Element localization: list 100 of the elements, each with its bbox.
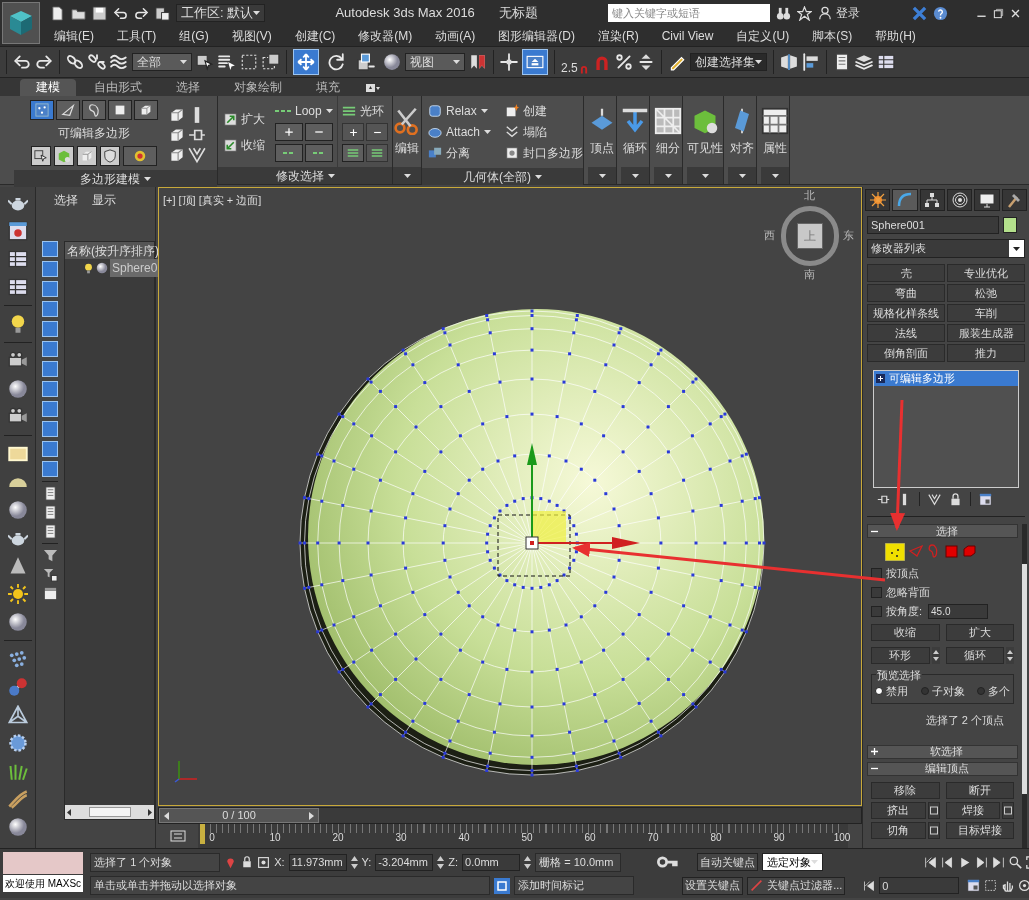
modifier-button[interactable]: 服装生成器	[947, 324, 1025, 342]
menu-item[interactable]: 自定义(U)	[736, 27, 790, 45]
radio-label: 子对象	[931, 684, 965, 699]
ribbon-group-title[interactable]: 修改选择	[218, 167, 392, 184]
checkbox-label: 按角度:	[886, 604, 923, 620]
coordinate-field[interactable]: 0.0mm	[462, 853, 521, 871]
menu-item[interactable]: 动画(A)	[435, 27, 476, 45]
key-mode-dropdown[interactable]: 选定对象	[762, 853, 824, 871]
rollout-button[interactable]: 焊接	[945, 801, 1000, 819]
frame-tick-label: 80	[710, 833, 722, 844]
rollout-header[interactable]: 选择	[867, 524, 1018, 538]
document-title: 无标题	[498, 4, 538, 23]
modifier-stack-item[interactable]: 可编辑多边形	[874, 371, 1018, 386]
menu-item[interactable]: 工具(T)	[117, 27, 157, 45]
loop-button[interactable]: Loop	[275, 102, 333, 120]
ribbon-tab[interactable]: 建模	[20, 79, 76, 96]
workspace-dropdown[interactable]: 工作区: 默认	[176, 4, 266, 22]
ribbon-tab[interactable]: 自由形式	[78, 79, 158, 96]
selection-status-text: 选择了 2 个顶点	[924, 712, 1005, 728]
prompt-text: 单击或单击并拖动以选择对象	[90, 876, 491, 895]
geometry-tool-button[interactable]: Attach	[428, 123, 492, 141]
modifier-button[interactable]: 专业优化	[947, 264, 1025, 282]
track-bar[interactable]: 0 10 20 30 40 50 60 70 80 90 100	[198, 824, 848, 848]
coordinate-label: Z:	[448, 854, 459, 870]
current-frame-field[interactable]: 0	[879, 877, 960, 894]
ribbon-tab[interactable]: 对象绘制	[218, 79, 298, 96]
maxscript-listener[interactable]: 欢迎使用 MAXSc	[3, 875, 84, 892]
time-slider-thumb[interactable]: 0 / 100	[159, 808, 319, 824]
ribbon-group-title[interactable]: 多边形建模	[14, 170, 217, 187]
modifier-button[interactable]: 规格化样条线	[867, 304, 945, 322]
modifier-button[interactable]: 壳	[867, 264, 945, 282]
auto-key-button[interactable]: 自动关键点	[697, 853, 759, 871]
viewport-label[interactable]: [顶]	[178, 192, 196, 209]
set-key-button[interactable]: 设置关键点	[682, 876, 744, 895]
modifier-button[interactable]: 推力	[947, 344, 1025, 362]
ring-button[interactable]: 光环	[342, 102, 388, 120]
ribbon-tab[interactable]: 填充	[300, 79, 356, 96]
menu-item[interactable]: Civil View	[661, 27, 714, 45]
frame-tick-label: 90	[773, 833, 785, 844]
modifier-button[interactable]: 弯曲	[867, 284, 945, 302]
coordinate-field[interactable]: 11.973mm	[288, 853, 347, 871]
menu-item[interactable]: 视图(V)	[231, 27, 272, 45]
snap-toggle[interactable]: 2.5	[561, 50, 589, 74]
named-selection-dropdown[interactable]: 创建选择集	[689, 53, 767, 71]
rollout-button[interactable]: 目标焊接	[945, 821, 1014, 839]
selection-filter-dropdown[interactable]: 全部	[132, 53, 192, 71]
frame-tick-label: 10	[269, 833, 281, 844]
explorer-menu-item[interactable]: 显示	[92, 191, 116, 209]
reference-coordinates-dropdown[interactable]: 视图	[405, 53, 465, 71]
object-name-field[interactable]: Sphere001	[867, 216, 999, 234]
geometry-tool-button[interactable]: 创建	[505, 102, 584, 120]
geometry-tool-button[interactable]: 塌陷	[505, 123, 584, 141]
geometry-tool-button[interactable]: 封口多边形	[505, 144, 584, 162]
rollout-button[interactable]: 扩大	[945, 624, 1014, 641]
shrink-button[interactable]: 收缩	[224, 136, 265, 154]
menu-item[interactable]: 渲染(R)	[598, 27, 639, 45]
menu-item[interactable]: 创建(C)	[294, 27, 336, 45]
menu-item[interactable]: 脚本(S)	[812, 27, 853, 45]
geometry-tool-button[interactable]: Relax	[428, 102, 492, 120]
rollout-button[interactable]: 收缩	[871, 624, 940, 641]
frame-tick-label: 70	[647, 833, 659, 844]
modifier-list-dropdown[interactable]: 修改器列表	[867, 239, 1025, 258]
rollout-button[interactable]: 断开	[945, 781, 1014, 799]
frame-tick-label: 30	[395, 833, 407, 844]
rollout-button[interactable]: 挤出	[871, 801, 926, 819]
frame-tick-label: 100	[833, 833, 851, 844]
selection-status: 选择了 1 个对象	[90, 852, 221, 872]
geometry-tool-button[interactable]: 分离	[428, 144, 492, 162]
modifier-button[interactable]: 法线	[867, 324, 945, 342]
viewport-label[interactable]: [真实 + 边面]	[198, 192, 262, 209]
rollout-header[interactable]: 软选择	[867, 744, 1018, 759]
explorer-menu-item[interactable]: 选择	[54, 191, 78, 209]
modifier-button[interactable]: 车削	[947, 304, 1025, 322]
frame-tick-label: 20	[332, 833, 344, 844]
login-button[interactable]: 登录	[818, 4, 860, 22]
rollout-button[interactable]: 移除	[871, 781, 940, 799]
modifier-button[interactable]: 倒角剖面	[867, 344, 945, 362]
grid-size-text: 栅格 = 10.0mm	[535, 852, 622, 872]
menu-item[interactable]: 帮助(H)	[875, 27, 916, 45]
ribbon-group-title[interactable]: 几何体(全部)	[422, 168, 583, 185]
rollout-header[interactable]: 编辑顶点	[867, 761, 1018, 776]
rollout-button[interactable]: 切角	[871, 821, 926, 839]
menu-item[interactable]: 图形编辑器(D)	[498, 27, 575, 45]
viewport-label[interactable]: [+]	[163, 192, 176, 209]
rollout-button[interactable]: 循环	[945, 647, 1004, 664]
grow-button[interactable]: 扩大	[224, 110, 265, 128]
key-filters-button[interactable]: 关键点过滤器...	[747, 876, 846, 895]
rollout-button[interactable]: 环形	[871, 647, 930, 664]
modifier-button[interactable]: 松弛	[947, 284, 1025, 302]
coordinate-field[interactable]: -3.204mm	[375, 853, 434, 871]
menu-item[interactable]: 组(G)	[179, 27, 209, 45]
menu-item[interactable]: 修改器(M)	[358, 27, 413, 45]
time-slider[interactable]: 0 / 100	[158, 807, 862, 825]
ribbon-tab[interactable]: 选择	[160, 79, 216, 96]
compass-label: 西	[764, 230, 775, 241]
frame-tick-label: 50	[521, 833, 533, 844]
add-time-tag-button[interactable]: 添加时间标记	[514, 876, 635, 895]
angle-spinner-field[interactable]: 45.0	[928, 604, 989, 619]
menu-item[interactable]: 编辑(E)	[54, 27, 94, 45]
search-field[interactable]: 键入关键字或短语	[608, 4, 770, 22]
